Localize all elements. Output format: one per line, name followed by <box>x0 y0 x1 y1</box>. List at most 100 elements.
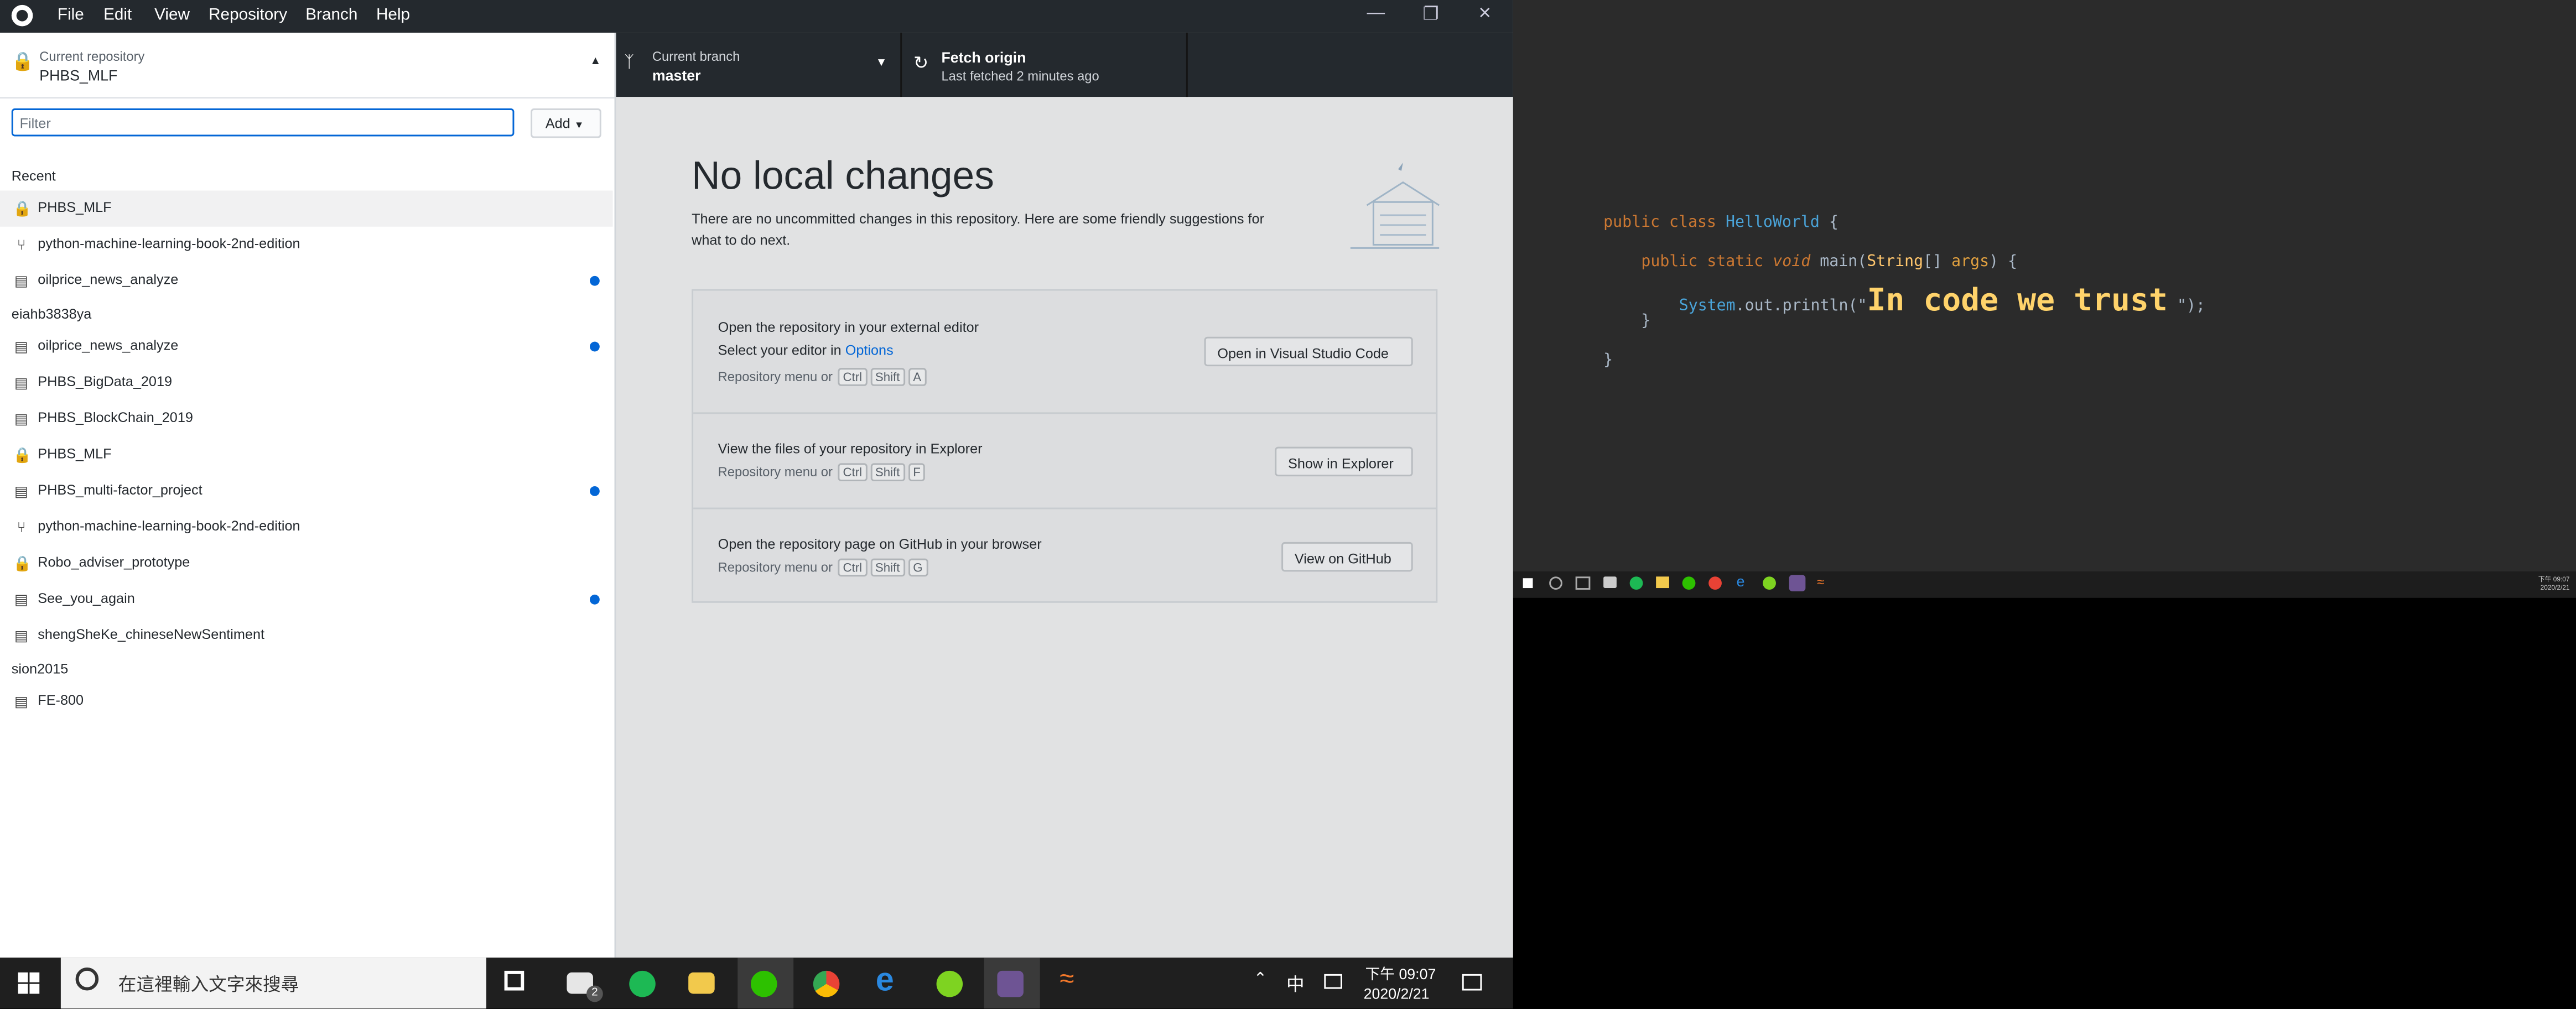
clock-date[interactable]: 2020/2/21 <box>1364 986 1430 1002</box>
task-view-icon[interactable] <box>1575 576 1591 590</box>
repository-item[interactable]: 🔒 PHBS_MLF <box>0 437 613 473</box>
repository-sidebar: 🔒 Current repository PHBS_MLF ▲ Filter A… <box>0 33 616 958</box>
add-button[interactable]: Add ▼ <box>531 108 601 138</box>
fetch-origin-button[interactable]: ↻ Fetch origin Last fetched 2 minutes ag… <box>902 33 1188 97</box>
code-token: public class <box>1603 214 1716 232</box>
chrome-icon[interactable] <box>1708 576 1722 590</box>
repository-item[interactable]: ▤ oilprice_news_analyze <box>0 263 613 299</box>
chevron-down-icon: ▼ <box>875 57 887 69</box>
wechat-icon[interactable] <box>1682 576 1696 590</box>
repository-name: FE-800 <box>38 691 84 708</box>
suggestion-explorer: View the files of your repository in Exp… <box>693 412 1436 509</box>
current-repository-selector[interactable]: 🔒 Current repository PHBS_MLF ▲ <box>0 33 615 99</box>
mini-clock-time: 下午 09:07 <box>2538 575 2570 584</box>
edge-icon[interactable]: e <box>876 963 894 1000</box>
minimize-icon[interactable]: — <box>1367 3 1385 23</box>
uncommitted-changes-dot <box>590 341 600 352</box>
current-repository-name: PHBS_MLF <box>39 67 118 84</box>
code-line-4: } <box>1641 312 1651 330</box>
repository-item[interactable]: ▤ PHBS_BigData_2019 <box>0 365 613 401</box>
chevron-up-icon[interactable]: ▲ <box>590 56 601 67</box>
repository-item[interactable]: 🔒 Robo_adviser_prototype <box>0 545 613 581</box>
start-icon[interactable] <box>1523 578 1533 589</box>
code-token: .out.println(" <box>1735 297 1867 316</box>
clock-time[interactable]: 下午 09:07 <box>1365 963 1436 984</box>
task-view-icon[interactable] <box>504 970 524 991</box>
repo-icon: ▤ <box>14 375 29 391</box>
folder-icon[interactable] <box>1656 576 1669 589</box>
repository-item[interactable]: ▤ FE-800 <box>0 683 613 719</box>
key-shift: Shift <box>870 368 905 386</box>
repository-name: python-machine-learning-book-2nd-edition <box>38 517 300 534</box>
menu-branch[interactable]: Branch <box>305 7 357 25</box>
repo-icon: ▤ <box>14 338 29 355</box>
code-token: void <box>1773 253 1811 271</box>
repository-item[interactable]: ▤ PHBS_multi-factor_project <box>0 473 613 509</box>
repository-item[interactable]: ▤ PHBS_BlockChain_2019 <box>0 401 613 437</box>
code-token: ) { <box>1989 253 2018 271</box>
shortcut-hint: Repository menu or Ctrl Shift F <box>718 463 927 482</box>
code-string: In code we trust <box>1867 282 2168 319</box>
wechat-icon[interactable] <box>751 970 777 997</box>
github-desktop-icon[interactable] <box>997 970 1024 997</box>
input-method-icon[interactable] <box>1324 974 1342 989</box>
java-icon[interactable]: ≈ <box>1060 966 1074 995</box>
github-desktop-icon[interactable] <box>1789 575 1806 591</box>
no-local-changes-title: No local changes <box>692 154 994 199</box>
ime-indicator[interactable]: 中 <box>1286 971 1305 997</box>
repository-name: PHBS_multi-factor_project <box>38 481 202 498</box>
caret-down-icon: ▼ <box>574 121 584 132</box>
repository-name: oilprice_news_analyze <box>38 336 179 353</box>
view-on-github-button[interactable]: View on GitHub <box>1281 542 1413 572</box>
menu-repository[interactable]: Repository <box>209 7 287 25</box>
menu-help[interactable]: Help <box>376 7 410 25</box>
suggestions-card: Open the repository in your external edi… <box>692 289 1438 603</box>
search-icon[interactable] <box>1549 576 1562 590</box>
search-icon <box>75 967 99 991</box>
current-branch-name: master <box>652 67 701 84</box>
spotify-icon[interactable] <box>1629 576 1643 590</box>
sync-icon: ↻ <box>913 54 929 74</box>
current-branch-button[interactable]: ᛉ Current branch master ▼ <box>616 33 902 97</box>
options-link[interactable]: Options <box>845 342 894 358</box>
close-icon[interactable]: × <box>1478 0 1491 25</box>
repository-item[interactable]: ⑂ python-machine-learning-book-2nd-editio… <box>0 509 613 545</box>
mail-icon[interactable] <box>1603 576 1617 589</box>
repository-item[interactable]: ▤ oilprice_news_analyze <box>0 329 613 365</box>
code-token: HelloWorld <box>1725 214 1820 232</box>
repo-icon: ▤ <box>14 410 29 428</box>
key-shift: Shift <box>870 463 905 482</box>
title-bar: File Edit View Repository Branch Help — … <box>0 0 1513 33</box>
filter-input[interactable]: Filter <box>11 108 515 137</box>
code-editor-window: public class HelloWorld { public static … <box>1513 0 2576 572</box>
mini-clock-date: 2020/2/21 <box>2540 583 2570 591</box>
repository-item[interactable]: 🔒 PHBS_MLF <box>0 190 613 227</box>
chevron-up-icon[interactable]: ⌃ <box>1254 971 1268 989</box>
menu-edit[interactable]: Edit <box>103 7 132 25</box>
windows-start-icon[interactable] <box>18 972 40 994</box>
chrome-icon[interactable] <box>813 970 840 997</box>
code-token: "); <box>2177 297 2205 316</box>
open-in-vscode-button[interactable]: Open in Visual Studio Code <box>1204 336 1413 367</box>
restore-icon[interactable]: ❐ <box>1423 3 1439 25</box>
key-g: G <box>908 558 928 577</box>
current-branch-caption: Current branch <box>652 49 740 64</box>
file-explorer-icon[interactable] <box>688 972 715 994</box>
menu-view[interactable]: View <box>154 7 190 25</box>
java-icon[interactable]: ≈ <box>1817 575 1824 590</box>
repository-item[interactable]: ⑂ python-machine-learning-book-2nd-editio… <box>0 227 613 263</box>
edge-icon[interactable]: e <box>1737 573 1745 590</box>
suggestion-github: Open the repository page on GitHub in yo… <box>693 508 1436 601</box>
repository-item[interactable]: ▤ See_you_again <box>0 581 613 617</box>
code-token: args <box>1951 253 1990 271</box>
repository-item[interactable]: ▤ shengSheKe_chineseNewSentiment <box>0 617 613 653</box>
line-chat-icon[interactable] <box>936 970 963 997</box>
menu-file[interactable]: File <box>58 7 84 25</box>
fetch-origin-title: Fetch origin <box>941 49 1026 66</box>
illustration-icon <box>1350 162 1440 249</box>
notification-icon[interactable] <box>1462 974 1482 991</box>
spotify-icon[interactable] <box>629 970 656 997</box>
chat-icon[interactable] <box>1763 576 1776 590</box>
show-in-explorer-button[interactable]: Show in Explorer <box>1275 446 1413 477</box>
taskbar-search-box[interactable]: 在這裡輸入文字來搜尋 <box>60 958 486 1009</box>
